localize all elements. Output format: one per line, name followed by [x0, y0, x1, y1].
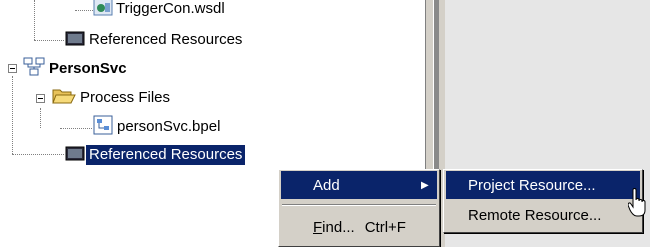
submenu-arrow-icon: ▶ — [421, 179, 429, 191]
folder-icon — [64, 144, 86, 166]
tree-item-label: Referenced Resources — [86, 145, 246, 165]
tree-line — [12, 76, 13, 154]
tree-line — [34, 0, 35, 40]
tree-item-process-files[interactable]: Process Files — [51, 87, 173, 109]
menu-item-project-resource[interactable]: Project Resource... — [446, 171, 640, 199]
tree-item-label: Process Files — [80, 89, 171, 106]
collapse-toggle[interactable] — [36, 94, 45, 103]
tree-item-label: personSvc.bpel — [117, 118, 221, 135]
tree-item-personsvc[interactable]: PersonSvc — [22, 57, 130, 81]
tree-line — [60, 128, 92, 129]
tree-line — [34, 40, 64, 41]
menu-separator — [282, 204, 436, 206]
shortcut-label: Ctrl+F — [364, 218, 406, 236]
folder-icon — [64, 29, 86, 51]
wsdl-file-icon — [93, 0, 113, 20]
mnemonic-letter: F — [313, 218, 323, 236]
menu-item-remote-resource[interactable]: Remote Resource... — [446, 201, 640, 229]
menu-item-label-rest: ind... — [322, 218, 355, 236]
tree-line — [40, 108, 41, 128]
tree-line — [12, 154, 64, 155]
collapse-toggle[interactable] — [8, 64, 17, 73]
tree-line — [75, 10, 93, 11]
menu-item-label: Find... — [281, 219, 355, 236]
menu-item-find[interactable]: Find... Ctrl+F — [281, 213, 437, 241]
tree-item-referenced-resources-selected[interactable]: Referenced Resources — [64, 144, 246, 166]
menu-item-label: Remote Resource... — [468, 206, 602, 224]
context-menu: Add ▶ Find... Ctrl+F — [278, 169, 440, 247]
tree-item-personsvc-bpel[interactable]: personSvc.bpel — [92, 115, 223, 139]
tree-item-label: TriggerCon.wsdl — [116, 0, 225, 17]
tree-item-label: Referenced Resources — [89, 31, 243, 48]
mouse-cursor-icon — [627, 188, 648, 218]
tree-item-triggercon-wsdl[interactable]: TriggerCon.wsdl — [93, 0, 228, 20]
menu-item-label: Project Resource... — [468, 176, 596, 194]
open-folder-icon — [51, 86, 77, 110]
menu-item-add[interactable]: Add ▶ — [281, 171, 437, 199]
bpel-file-icon — [92, 115, 114, 139]
add-submenu: Project Resource... Remote Resource... — [443, 169, 643, 233]
menu-item-label: Add — [313, 176, 340, 194]
tree-item-label: PersonSvc — [49, 60, 127, 77]
tree-item-referenced-resources[interactable]: Referenced Resources — [64, 29, 245, 51]
project-icon — [22, 57, 46, 81]
